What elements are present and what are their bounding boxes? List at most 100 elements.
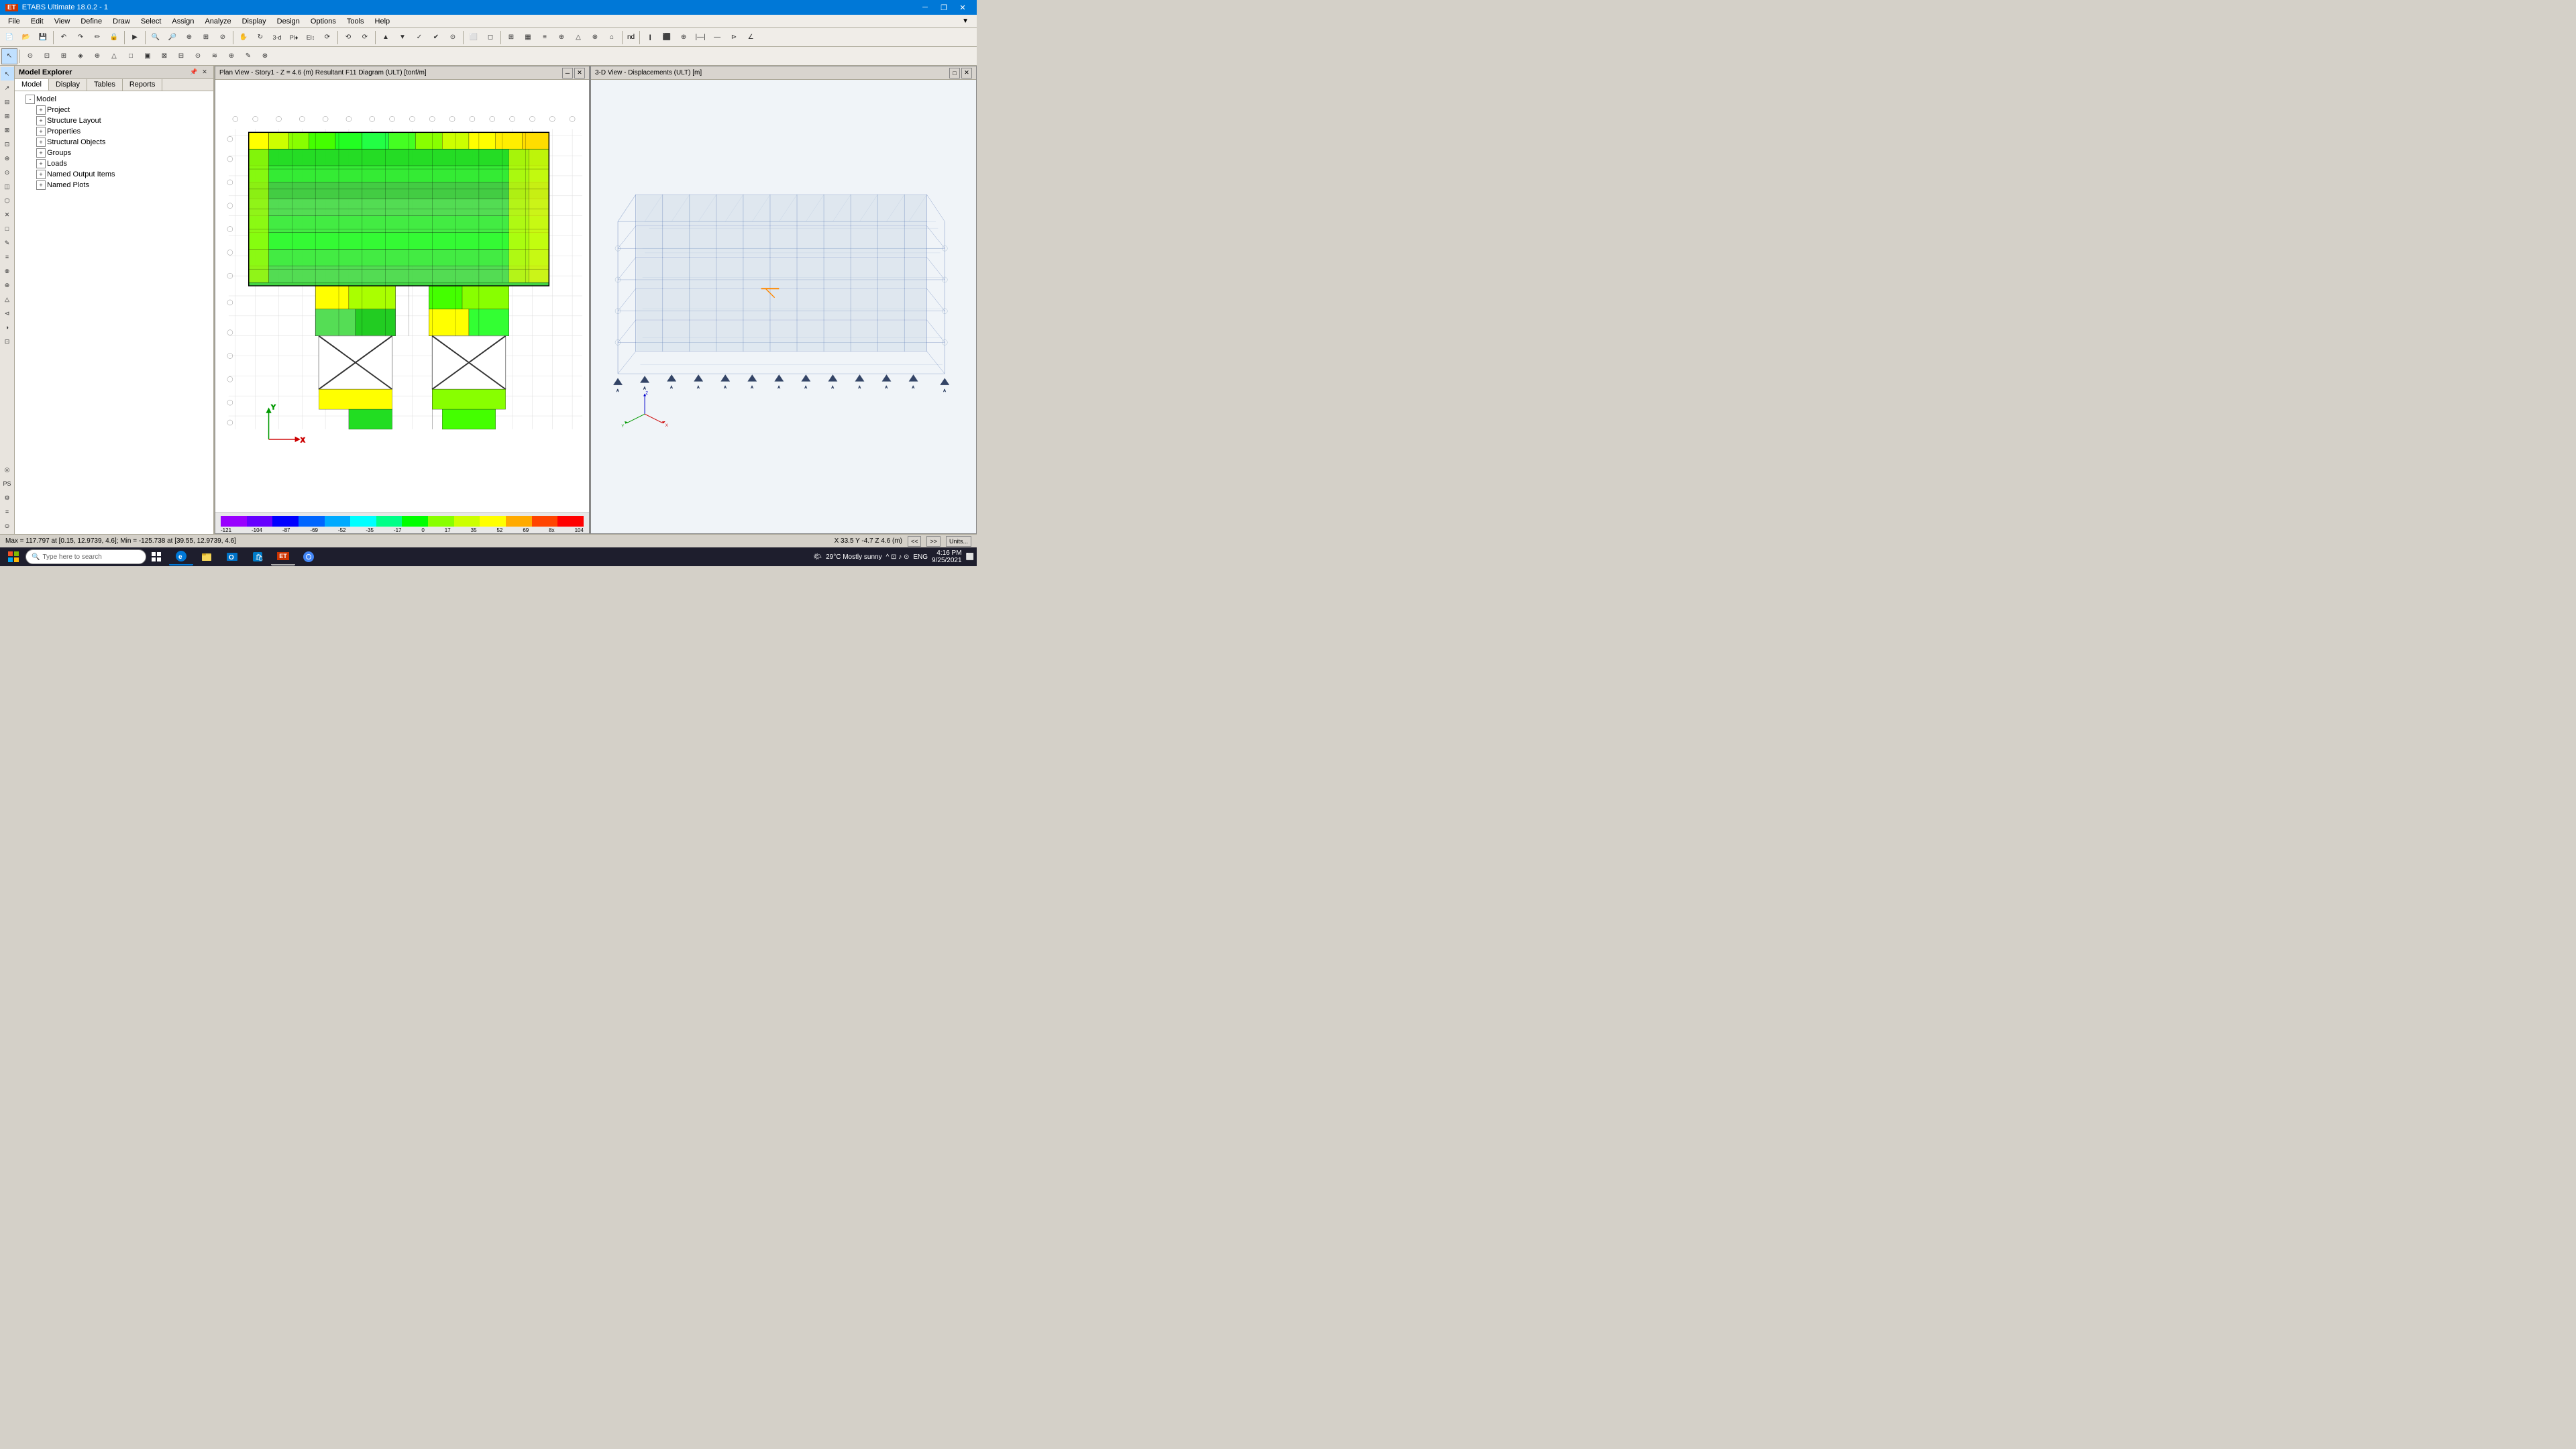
tb-pencil[interactable]: ✏ xyxy=(89,30,105,46)
lt-btn18[interactable]: ◑ xyxy=(1,321,14,334)
tb-run[interactable]: ▶ xyxy=(127,30,143,46)
lt-btn2[interactable]: ⊟ xyxy=(1,95,14,109)
tb2-btn15[interactable]: ⊗ xyxy=(257,48,273,64)
lt-btn13[interactable]: ≡ xyxy=(1,250,14,264)
tb-refresh[interactable]: ⟳ xyxy=(357,30,373,46)
tb2-btn3[interactable]: ⊞ xyxy=(56,48,72,64)
tree-expand-structure-layout[interactable]: + xyxy=(36,116,46,125)
tb2-btn7[interactable]: □ xyxy=(123,48,139,64)
lt-btn4[interactable]: ⊠ xyxy=(1,123,14,137)
view-3d-close-btn[interactable]: ✕ xyxy=(961,68,972,78)
tb-3d[interactable]: 3-d xyxy=(269,30,285,46)
lt-btn6[interactable]: ⊕ xyxy=(1,152,14,165)
tb-rotate[interactable]: ↻ xyxy=(252,30,268,46)
taskbar-app-edge[interactable]: e xyxy=(169,548,193,566)
explorer-tab-model[interactable]: Model xyxy=(15,79,49,91)
explorer-tab-display[interactable]: Display xyxy=(49,79,87,91)
tb-check2[interactable]: ✔ xyxy=(428,30,444,46)
menu-file[interactable]: File xyxy=(3,15,25,28)
tb-link[interactable]: ⌂ xyxy=(604,30,620,46)
plan-view-min-btn[interactable]: ─ xyxy=(562,68,573,78)
close-button[interactable]: ✕ xyxy=(954,1,971,13)
lt-btn5[interactable]: ⊡ xyxy=(1,138,14,151)
taskbar-search-box[interactable]: 🔍 Type here to search xyxy=(25,549,146,564)
menu-view[interactable]: View xyxy=(49,15,76,28)
tb2-btn8[interactable]: ▣ xyxy=(140,48,156,64)
taskbar-app-etabs[interactable]: ET xyxy=(271,548,295,566)
tb-redo[interactable]: ↷ xyxy=(72,30,89,46)
taskbar-app-explorer[interactable] xyxy=(195,548,219,566)
tree-item-named-plots[interactable]: + Named Plots xyxy=(15,180,213,191)
nav-left-btn[interactable]: << xyxy=(908,536,922,547)
tb-shape2[interactable]: ◻ xyxy=(482,30,498,46)
lt-btn15[interactable]: ⊕ xyxy=(1,278,14,292)
tb-lines[interactable]: ≡ xyxy=(537,30,553,46)
tb-spring[interactable]: ⊗ xyxy=(587,30,603,46)
tree-expand-model[interactable]: - xyxy=(25,95,35,104)
lt-btn1[interactable]: ↗ xyxy=(1,81,14,95)
tree-expand-named-plots[interactable]: + xyxy=(36,180,46,190)
menu-help[interactable]: Help xyxy=(370,15,396,28)
tb2-btn14[interactable]: ✎ xyxy=(240,48,256,64)
tb2-btn5[interactable]: ⊕ xyxy=(89,48,105,64)
lt-btn12[interactable]: ✎ xyxy=(1,236,14,250)
menu-options[interactable]: Options xyxy=(305,15,341,28)
menu-display[interactable]: Display xyxy=(237,15,272,28)
tb-elev[interactable]: El↕ xyxy=(303,30,319,46)
explorer-tab-tables[interactable]: Tables xyxy=(87,79,123,91)
tb-up[interactable]: ▲ xyxy=(378,30,394,46)
units-btn[interactable]: Units... xyxy=(946,536,971,547)
menu-define[interactable]: Define xyxy=(75,15,107,28)
tb-spin[interactable]: ⟳ xyxy=(319,30,335,46)
menu-assign[interactable]: Assign xyxy=(166,15,199,28)
tree-item-structure-layout[interactable]: + Structure Layout xyxy=(15,115,213,126)
lt-btn17[interactable]: ⊲ xyxy=(1,307,14,320)
nav-right-btn[interactable]: >> xyxy=(926,536,941,547)
tb2-btn1[interactable]: ⊙ xyxy=(22,48,38,64)
tree-item-groups[interactable]: + Groups xyxy=(15,148,213,158)
tb2-btn10[interactable]: ⊟ xyxy=(173,48,189,64)
tree-expand-groups[interactable]: + xyxy=(36,148,46,158)
tb2-btn2[interactable]: ⊡ xyxy=(39,48,55,64)
tb-circle-check[interactable]: ⊙ xyxy=(445,30,461,46)
tb-check[interactable]: ✓ xyxy=(411,30,427,46)
tb-save[interactable]: 💾 xyxy=(35,30,51,46)
tree-expand-named-output-items[interactable]: + xyxy=(36,170,46,179)
tree-item-structural-objects[interactable]: + Structural Objects xyxy=(15,137,213,148)
taskbar-view-btn[interactable] xyxy=(148,548,165,566)
tb2-btn6[interactable]: △ xyxy=(106,48,122,64)
tb2-btn13[interactable]: ⊕ xyxy=(223,48,239,64)
tree-expand-project[interactable]: + xyxy=(36,105,46,115)
explorer-tab-reports[interactable]: Reports xyxy=(123,79,163,91)
tree-item-properties[interactable]: + Properties xyxy=(15,126,213,137)
lt-btn16[interactable]: △ xyxy=(1,292,14,306)
lt-btn3[interactable]: ⊞ xyxy=(1,109,14,123)
tree-item-loads[interactable]: + Loads xyxy=(15,158,213,169)
lt-btn14[interactable]: ⊗ xyxy=(1,264,14,278)
lt-select[interactable]: ↖ xyxy=(1,67,14,80)
menu-select[interactable]: Select xyxy=(136,15,167,28)
taskbar-app-store[interactable]: 🛍 xyxy=(246,548,270,566)
tb-zoom-in[interactable]: ⊕ xyxy=(181,30,197,46)
tree-expand-structural-objects[interactable]: + xyxy=(36,138,46,147)
tb2-btn11[interactable]: ⊙ xyxy=(190,48,206,64)
lt-btn10[interactable]: ✕ xyxy=(1,208,14,221)
tree-item-named-output-items[interactable]: + Named Output Items xyxy=(15,169,213,180)
tb-undo[interactable]: ↶ xyxy=(56,30,72,46)
tb-text[interactable]: I xyxy=(642,30,658,46)
menu-design[interactable]: Design xyxy=(272,15,305,28)
tree-expand-loads[interactable]: + xyxy=(36,159,46,168)
menu-draw[interactable]: Draw xyxy=(107,15,136,28)
taskbar-show-desktop[interactable]: ⬜ xyxy=(966,553,974,561)
explorer-close-btn[interactable]: ✕ xyxy=(200,68,209,77)
lt-btn7[interactable]: ⊙ xyxy=(1,166,14,179)
menu-edit[interactable]: Edit xyxy=(25,15,49,28)
restore-button[interactable]: ❐ xyxy=(935,1,953,13)
lt-btn9[interactable]: ⬡ xyxy=(1,194,14,207)
tb-support[interactable]: △ xyxy=(570,30,586,46)
menu-analyze[interactable]: Analyze xyxy=(199,15,236,28)
taskbar-app-outlook[interactable]: O xyxy=(220,548,244,566)
lt-bottom4[interactable]: ≡ xyxy=(1,505,14,519)
tb-box[interactable]: ⬛ xyxy=(659,30,675,46)
tb-target2[interactable]: ⊕ xyxy=(676,30,692,46)
